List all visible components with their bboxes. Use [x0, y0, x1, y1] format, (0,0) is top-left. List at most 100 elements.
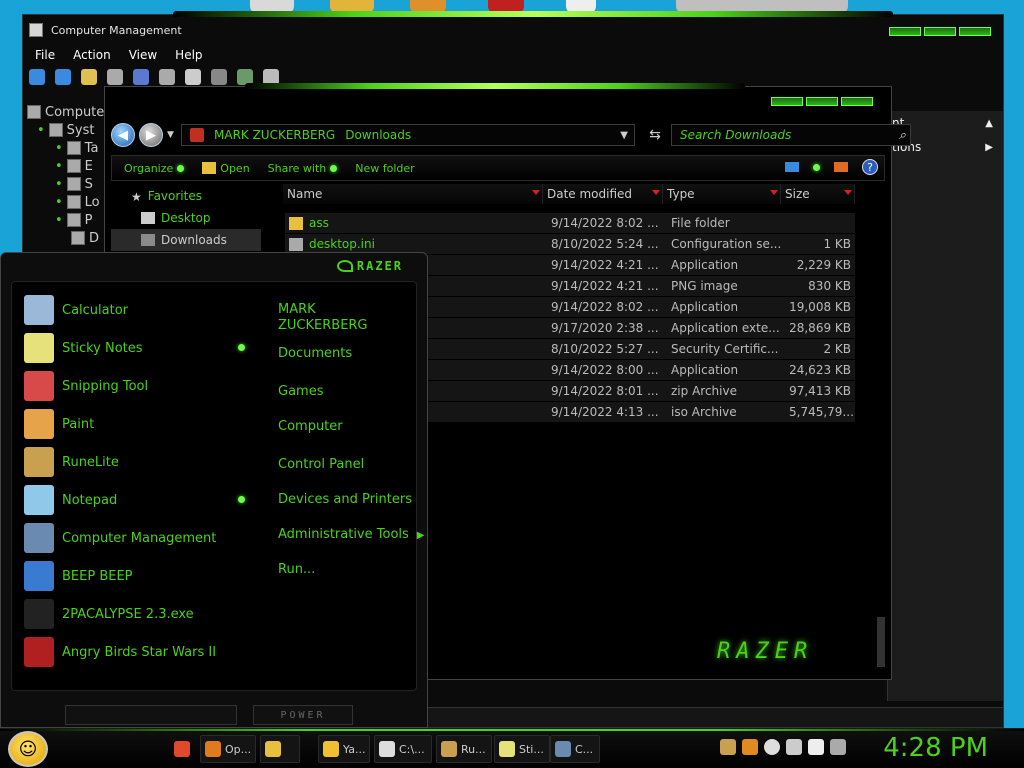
start-program-item[interactable]: BEEP BEEP: [24, 558, 133, 594]
column-size[interactable]: Size: [781, 184, 855, 204]
taskbar-button[interactable]: C...: [550, 735, 600, 763]
column-name[interactable]: Name: [283, 184, 543, 204]
tree-item[interactable]: • Syst: [27, 121, 107, 139]
forward-button[interactable]: ▶: [139, 123, 163, 147]
filter-arrow-icon[interactable]: [844, 190, 852, 195]
view-dropdown-dot-icon[interactable]: [813, 163, 820, 171]
menu-file[interactable]: File: [35, 48, 55, 62]
organize-button[interactable]: Organize: [124, 162, 185, 175]
collapse-arrow-icon[interactable]: ▲: [985, 118, 993, 129]
start-place-item[interactable]: Devices and Printers: [278, 492, 438, 508]
preview-pane-icon[interactable]: [834, 162, 848, 172]
action-center-icon[interactable]: [786, 739, 802, 755]
start-place-item[interactable]: Administrative Tools ▶: [278, 527, 438, 544]
tool-icon[interactable]: [211, 69, 227, 85]
start-program-item[interactable]: Snipping Tool: [24, 368, 148, 404]
file-row[interactable]: ass 9/14/2022 8:02 ... File folder: [285, 213, 855, 234]
properties-icon[interactable]: [159, 69, 175, 85]
close-button[interactable]: [841, 97, 873, 106]
filter-arrow-icon[interactable]: [532, 190, 540, 195]
open-button[interactable]: Open: [202, 162, 250, 175]
menu-help[interactable]: Help: [175, 48, 202, 62]
minimize-button[interactable]: [889, 27, 921, 36]
start-program-item[interactable]: Sticky Notes: [24, 330, 143, 366]
minimize-button[interactable]: [771, 97, 803, 106]
network-icon[interactable]: [808, 739, 824, 755]
maximize-button[interactable]: [806, 97, 838, 106]
column-date[interactable]: Date modified: [543, 184, 663, 204]
search-input[interactable]: Search Downloads ⌕: [671, 124, 911, 146]
start-program-item[interactable]: 2PACALYPSE 2.3.exe: [24, 596, 194, 632]
recent-pages-icon[interactable]: ▼: [167, 130, 174, 140]
start-program-item[interactable]: Notepad: [24, 482, 117, 518]
power-button[interactable]: POWER: [253, 705, 353, 725]
start-place-item[interactable]: Games: [278, 384, 438, 400]
tree-item[interactable]: • S: [27, 175, 107, 193]
start-program-item[interactable]: RuneLite: [24, 444, 119, 480]
messenger-tray-icon[interactable]: [764, 739, 780, 755]
search-tray-icon[interactable]: [742, 739, 758, 755]
start-program-item[interactable]: Computer Management: [24, 520, 216, 556]
clock[interactable]: 4:28 PM: [883, 733, 988, 763]
tree-item[interactable]: • E: [27, 157, 107, 175]
breadcrumb-root[interactable]: MARK ZUCKERBERG: [214, 128, 335, 142]
breadcrumb-current[interactable]: Downloads: [345, 128, 411, 142]
start-place-item[interactable]: Control Panel: [278, 457, 438, 473]
search-icon[interactable]: ⌕: [899, 128, 906, 143]
tree-item[interactable]: D: [27, 229, 107, 247]
start-place-item[interactable]: Documents: [278, 346, 438, 362]
filter-arrow-icon[interactable]: [652, 190, 660, 195]
share-with-button[interactable]: Share with: [268, 162, 338, 175]
razer-snake-icon: [336, 260, 353, 272]
back-arrow-icon[interactable]: [29, 69, 45, 85]
back-button[interactable]: ◀: [111, 123, 135, 147]
help-icon[interactable]: [133, 69, 149, 85]
column-type[interactable]: Type: [663, 184, 781, 204]
address-dropdown-icon[interactable]: ▼: [620, 130, 628, 141]
taskbar-button[interactable]: Op...: [200, 735, 256, 763]
start-program-item[interactable]: Calculator: [24, 292, 128, 328]
help-icon[interactable]: ?: [862, 159, 878, 175]
menu-action[interactable]: Action: [73, 48, 111, 62]
tree-item[interactable]: • Lo: [27, 193, 107, 211]
jump-list-arrow-icon[interactable]: [238, 344, 245, 351]
nav-favorites[interactable]: ★ Favorites: [111, 185, 261, 207]
forward-arrow-icon[interactable]: [55, 69, 71, 85]
start-search-input[interactable]: [65, 705, 237, 725]
taskbar-button[interactable]: Sti...: [494, 735, 550, 763]
export-icon[interactable]: [185, 69, 201, 85]
taskbar-button[interactable]: [260, 735, 300, 763]
tree-item[interactable]: • Ta: [27, 139, 107, 157]
volume-icon[interactable]: [830, 739, 846, 755]
refresh-icon[interactable]: ⇆: [645, 125, 665, 145]
taskbar-button[interactable]: C:\...: [374, 735, 432, 763]
titlebar[interactable]: Computer Management: [23, 15, 1003, 45]
taskbar-button[interactable]: Ya...: [318, 735, 370, 763]
start-place-item[interactable]: Run...: [278, 562, 438, 578]
maximize-button[interactable]: [924, 27, 956, 36]
tree-item[interactable]: • P: [27, 211, 107, 229]
runelite-tray-icon[interactable]: [720, 739, 736, 755]
start-program-item[interactable]: Angry Birds Star Wars II: [24, 634, 216, 670]
filter-arrow-icon[interactable]: [770, 190, 778, 195]
file-size: 97,413 KB: [789, 384, 851, 398]
close-button[interactable]: [959, 27, 991, 36]
show-tree-icon[interactable]: [107, 69, 123, 85]
taskbar-button[interactable]: Ru...: [436, 735, 492, 763]
scrollbar[interactable]: [877, 617, 885, 667]
jump-list-arrow-icon[interactable]: [238, 496, 245, 503]
change-view-icon[interactable]: [785, 162, 799, 172]
nav-downloads[interactable]: Downloads: [111, 229, 261, 251]
app-icon: [441, 741, 457, 757]
start-place-item[interactable]: MARK ZUCKERBERG: [278, 302, 378, 334]
taskbar-button[interactable]: [170, 735, 196, 763]
address-bar[interactable]: MARK ZUCKERBERG Downloads ▼: [181, 124, 635, 146]
start-program-item[interactable]: Paint: [24, 406, 94, 442]
start-button[interactable]: ☺: [8, 731, 48, 767]
start-place-item[interactable]: Computer: [278, 419, 438, 435]
tree-item[interactable]: Compute: [27, 103, 107, 121]
nav-desktop[interactable]: Desktop: [111, 207, 261, 229]
new-folder-button[interactable]: New folder: [355, 162, 414, 175]
menu-view[interactable]: View: [129, 48, 157, 62]
folder-up-icon[interactable]: [81, 69, 97, 85]
